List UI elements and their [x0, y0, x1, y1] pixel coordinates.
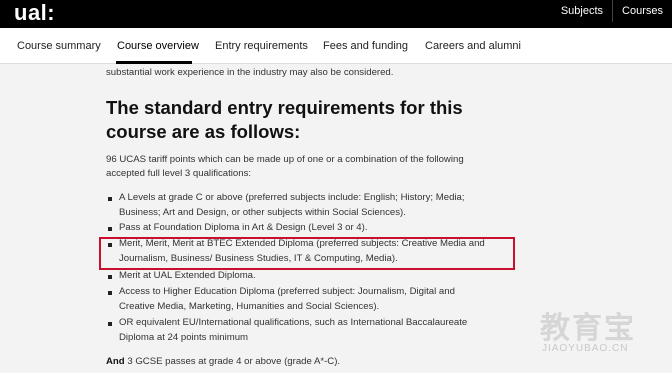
bullet-a-levels-line2: Business; Art and Design, or other subje… — [119, 207, 406, 218]
tab-careers-and-alumni[interactable]: Careers and alumni — [425, 40, 521, 52]
bullet-marker — [108, 197, 112, 201]
gcse-and-bold: And — [106, 356, 125, 367]
bullet-international-line2: Diploma at 24 points minimum — [119, 332, 249, 343]
requirements-paragraph-line1: 96 UCAS tariff points which can be made … — [106, 154, 464, 165]
bullet-access-he-line2: Creative Media, Marketing, Humanities an… — [119, 301, 380, 312]
watermark-url: JIAOYUBAO.CN — [542, 343, 629, 354]
top-nav: Subjects Courses — [552, 0, 672, 28]
gcse-requirement: And 3 GCSE passes at grade 4 or above (g… — [106, 356, 340, 368]
top-bar: ual: Subjects Courses — [0, 0, 672, 28]
nav-subjects[interactable]: Subjects — [552, 0, 612, 22]
bullet-marker — [108, 291, 112, 295]
intro-text: substantial work experience in the indus… — [106, 67, 394, 78]
bullet-marker — [108, 322, 112, 326]
tab-course-overview[interactable]: Course overview — [117, 40, 199, 52]
tab-entry-requirements[interactable]: Entry requirements — [215, 40, 308, 52]
watermark-logo: 教育宝 — [540, 311, 636, 346]
bullet-ual-diploma-line1: Merit at UAL Extended Diploma. — [119, 270, 256, 281]
bullet-a-levels-line1: A Levels at grade C or above (preferred … — [119, 192, 465, 203]
nav-courses[interactable]: Courses — [612, 0, 672, 22]
bullet-international-line1: OR equivalent EU/International qualifica… — [119, 317, 468, 328]
gcse-text: 3 GCSE passes at grade 4 or above (grade… — [124, 356, 341, 367]
section-heading-line2: course are as follows: — [106, 121, 301, 142]
bullet-marker — [108, 275, 112, 279]
ual-logo[interactable]: ual: — [14, 0, 55, 26]
bullet-marker — [108, 227, 112, 231]
section-heading-line1: The standard entry requirements for this — [106, 97, 463, 118]
course-tabs: Course summary Course overview Entry req… — [0, 28, 672, 64]
tab-fees-and-funding[interactable]: Fees and funding — [323, 40, 408, 52]
bullet-access-he-line1: Access to Higher Education Diploma (pref… — [119, 286, 455, 297]
requirements-paragraph-line2: accepted full level 3 qualifications: — [106, 168, 252, 179]
bullet-foundation-line1: Pass at Foundation Diploma in Art & Desi… — [119, 222, 368, 233]
watermark: 教育宝 JIAOYUBAO.CN — [540, 303, 656, 358]
highlight-box — [99, 237, 515, 270]
tab-course-summary[interactable]: Course summary — [17, 40, 101, 52]
